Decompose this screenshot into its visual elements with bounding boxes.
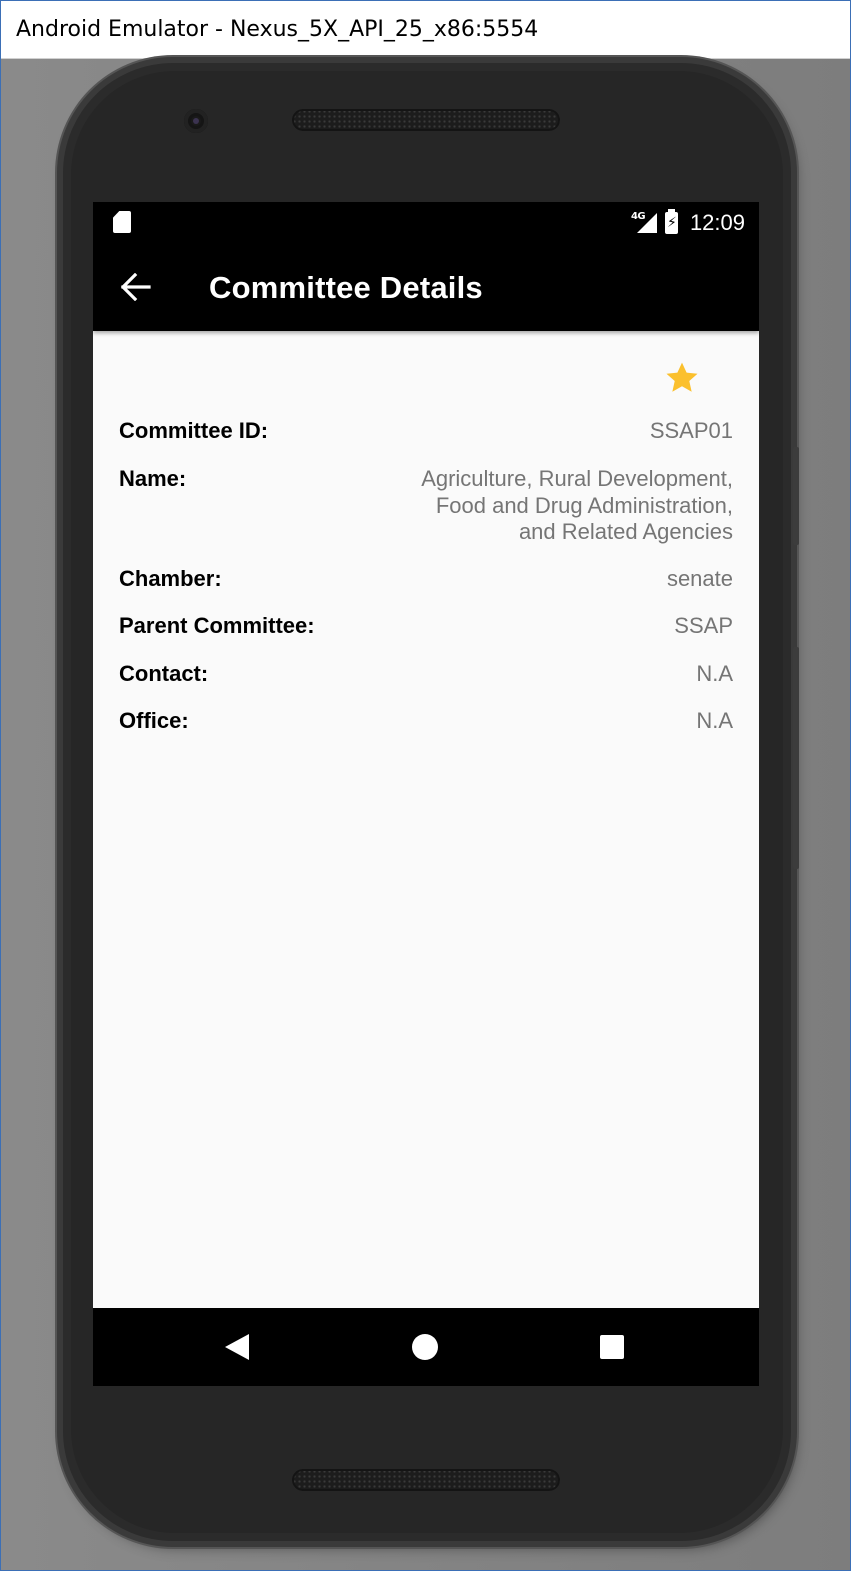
arrow-back-icon: [121, 273, 151, 301]
system-nav-bar: [93, 1308, 759, 1386]
window-titlebar: Android Emulator - Nexus_5X_API_25_x86:5…: [1, 1, 850, 59]
favorite-button[interactable]: [663, 359, 701, 397]
device-screen: 4G ⚡ 12:09 Committee Details Committee I…: [93, 202, 759, 1386]
chamber-value: senate: [666, 566, 733, 591]
front-camera: [184, 109, 208, 133]
name-value-line: Agriculture, Rural Development,: [421, 466, 733, 491]
volume-button[interactable]: [793, 647, 799, 869]
name-value: Agriculture, Rural Development, Food and…: [421, 466, 733, 546]
window-title: Android Emulator - Nexus_5X_API_25_x86:5…: [16, 17, 539, 42]
app-toolbar: Committee Details: [93, 244, 759, 331]
name-label: Name:: [119, 466, 187, 491]
detail-row-contact: Contact: N.A: [119, 661, 733, 688]
back-button[interactable]: [111, 264, 161, 310]
nav-home-icon[interactable]: [412, 1334, 438, 1360]
contact-label: Contact:: [119, 661, 209, 686]
status-clock: 12:09: [689, 210, 745, 235]
detail-row-office: Office: N.A: [119, 708, 733, 735]
contact-value: N.A: [696, 661, 733, 686]
name-value-line: Food and Drug Administration,: [435, 492, 733, 518]
power-button[interactable]: [793, 447, 799, 545]
bottom-speaker-grille: [292, 1469, 560, 1491]
office-label: Office:: [119, 708, 189, 733]
detail-row-chamber: Chamber: senate: [119, 566, 733, 593]
top-speaker-grille: [292, 109, 560, 131]
sd-card-icon: [113, 211, 131, 233]
detail-row-name: Name: Agriculture, Rural Development, Fo…: [119, 466, 733, 546]
detail-row-committee-id: Committee ID: SSAP01: [119, 418, 733, 445]
committee-id-value: SSAP01: [649, 418, 733, 443]
chamber-label: Chamber:: [119, 566, 222, 591]
emulator-window: Android Emulator - Nexus_5X_API_25_x86:5…: [0, 0, 851, 1571]
parent-committee-label: Parent Committee:: [119, 613, 315, 638]
page-title: Committee Details: [209, 270, 483, 305]
parent-committee-value: SSAP: [674, 613, 733, 638]
name-value-line: and Related Agencies: [518, 519, 733, 544]
status-icons: 4G ⚡ 12:09: [631, 202, 745, 244]
nav-back-icon[interactable]: [225, 1334, 249, 1360]
battery-charging-icon: ⚡: [664, 209, 678, 234]
cell-signal-icon: 4G: [631, 211, 657, 235]
star-icon: [666, 362, 698, 392]
status-bar: 4G ⚡ 12:09: [93, 202, 759, 244]
detail-row-parent-committee: Parent Committee: SSAP: [119, 613, 733, 640]
office-value: N.A: [696, 708, 733, 733]
nav-recents-icon[interactable]: [600, 1335, 624, 1359]
committee-id-label: Committee ID:: [119, 418, 269, 443]
